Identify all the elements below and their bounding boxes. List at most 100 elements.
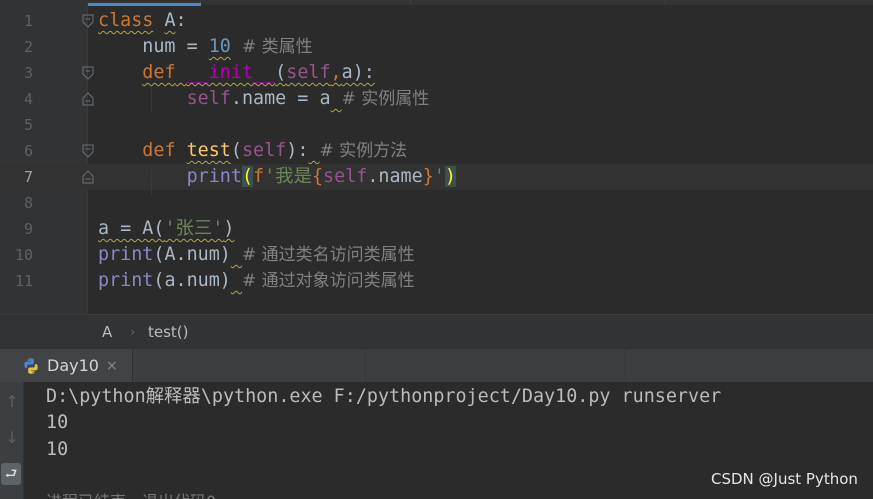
- code-token: ': [433, 166, 445, 187]
- code-editor[interactable]: 1 class A: 2 num = 10 # 类属性 3 def __init__(…: [0, 0, 873, 314]
- code-line[interactable]: 5: [0, 112, 873, 138]
- code-token: ,: [330, 62, 342, 83]
- fold-open-icon[interactable]: [81, 14, 95, 28]
- code-token: ):: [286, 140, 309, 161]
- code-token: (: [230, 140, 242, 161]
- code-text: self.name = a # 实例属性: [98, 86, 430, 112]
- code-text: a = A('张三'): [98, 216, 234, 242]
- code-token: def: [142, 62, 176, 83]
- breadcrumb-method[interactable]: test(): [148, 315, 189, 349]
- code-text: def test(self): # 实例方法: [98, 138, 407, 164]
- code-token: self: [241, 140, 287, 161]
- code-text: print(A.num) # 通过类名访问类属性: [98, 242, 415, 268]
- line-number: 8: [23, 194, 33, 212]
- code-text: print(a.num) # 通过对象访问类属性: [98, 268, 415, 294]
- code-token: a):: [341, 62, 375, 83]
- code-token: ): [223, 218, 235, 239]
- python-icon: [24, 358, 38, 374]
- console-line-command: D:\python解释器\python.exe F:/pythonproject…: [46, 386, 722, 407]
- code-token: def: [142, 140, 176, 161]
- code-token: ): [444, 166, 456, 187]
- code-token: '张三': [164, 218, 224, 239]
- breadcrumb-class[interactable]: A: [102, 315, 112, 349]
- code-token: A: [164, 10, 176, 31]
- code-token: }: [422, 166, 434, 187]
- code-token: num =: [98, 36, 209, 57]
- code-text: class A:: [98, 8, 187, 34]
- console-toolbar: ↑ ↓ ⮐: [0, 382, 24, 499]
- code-token: {: [311, 166, 324, 187]
- scroll-up-icon[interactable]: ↑: [0, 392, 24, 411]
- code-token: (A.num): [153, 244, 231, 265]
- line-number: 7: [23, 168, 33, 186]
- code-line[interactable]: 2 num = 10 # 类属性: [0, 34, 873, 60]
- code-token: __init__: [186, 62, 276, 83]
- code-line[interactable]: 3 def __init__(self,a):: [0, 60, 873, 86]
- line-number: 10: [14, 246, 33, 264]
- chevron-right-icon: ›: [129, 325, 137, 339]
- line-number: 1: [23, 12, 33, 30]
- code-token: (a.num): [153, 270, 231, 291]
- code-text: def __init__(self,a):: [98, 60, 375, 86]
- breadcrumb: A › test(): [0, 314, 873, 348]
- code-token: # 实例方法: [319, 141, 408, 161]
- code-token: .name: [367, 166, 423, 187]
- scroll-down-icon[interactable]: ↓: [0, 428, 24, 447]
- indent-guide: [151, 87, 152, 113]
- fold-end-icon[interactable]: [81, 170, 95, 184]
- code-line[interactable]: 1 class A:: [0, 8, 873, 34]
- line-number: 6: [23, 142, 33, 160]
- line-number: 11: [14, 272, 33, 290]
- tab-separator: [665, 0, 666, 5]
- code-token: (: [275, 62, 287, 83]
- code-line[interactable]: 11 print(a.num) # 通过对象访问类属性: [0, 268, 873, 294]
- code-token: # 通过类名访问类属性: [241, 245, 415, 265]
- tab-separator: [410, 0, 411, 5]
- code-text: num = 10 # 类属性: [98, 34, 313, 60]
- code-token: .name = a: [230, 88, 331, 109]
- code-token: # 类属性: [241, 37, 313, 57]
- close-icon[interactable]: ×: [106, 349, 118, 383]
- line-number: 4: [23, 90, 33, 108]
- run-tab-label: Day10: [47, 356, 99, 375]
- code-token: self: [323, 166, 368, 187]
- code-line[interactable]: 8: [0, 190, 873, 216]
- code-line[interactable]: 4 self.name = a # 实例属性: [0, 86, 873, 112]
- line-number: 3: [23, 64, 33, 82]
- code-token: print: [98, 244, 154, 265]
- console-line-output: 10: [46, 439, 69, 460]
- line-number: 5: [23, 116, 33, 134]
- code-token: 10: [208, 36, 231, 57]
- fold-open-icon[interactable]: [81, 144, 95, 158]
- soft-wrap-icon[interactable]: ⮐: [1, 463, 21, 485]
- code-token: self: [186, 88, 231, 109]
- header-separator: [365, 349, 366, 383]
- code-token: self: [286, 62, 331, 83]
- code-token: (: [241, 166, 254, 187]
- code-token: f: [253, 166, 265, 187]
- indent-guide: [151, 169, 152, 195]
- code-token: a = A(: [98, 218, 165, 239]
- fold-open-icon[interactable]: [81, 66, 95, 80]
- active-tab-indicator: [88, 3, 201, 6]
- code-token: test: [186, 140, 231, 161]
- fold-end-icon[interactable]: [81, 92, 95, 106]
- code-line[interactable]: 10 print(A.num) # 通过类名访问类属性: [0, 242, 873, 268]
- code-line[interactable]: 7 print(f'我是{self.name}'): [0, 164, 873, 190]
- run-tab-day10[interactable]: Day10 ×: [0, 349, 133, 383]
- code-token: class: [98, 10, 154, 31]
- code-line[interactable]: 9 a = A('张三'): [0, 216, 873, 242]
- code-line[interactable]: 6 def test(self): # 实例方法: [0, 138, 873, 164]
